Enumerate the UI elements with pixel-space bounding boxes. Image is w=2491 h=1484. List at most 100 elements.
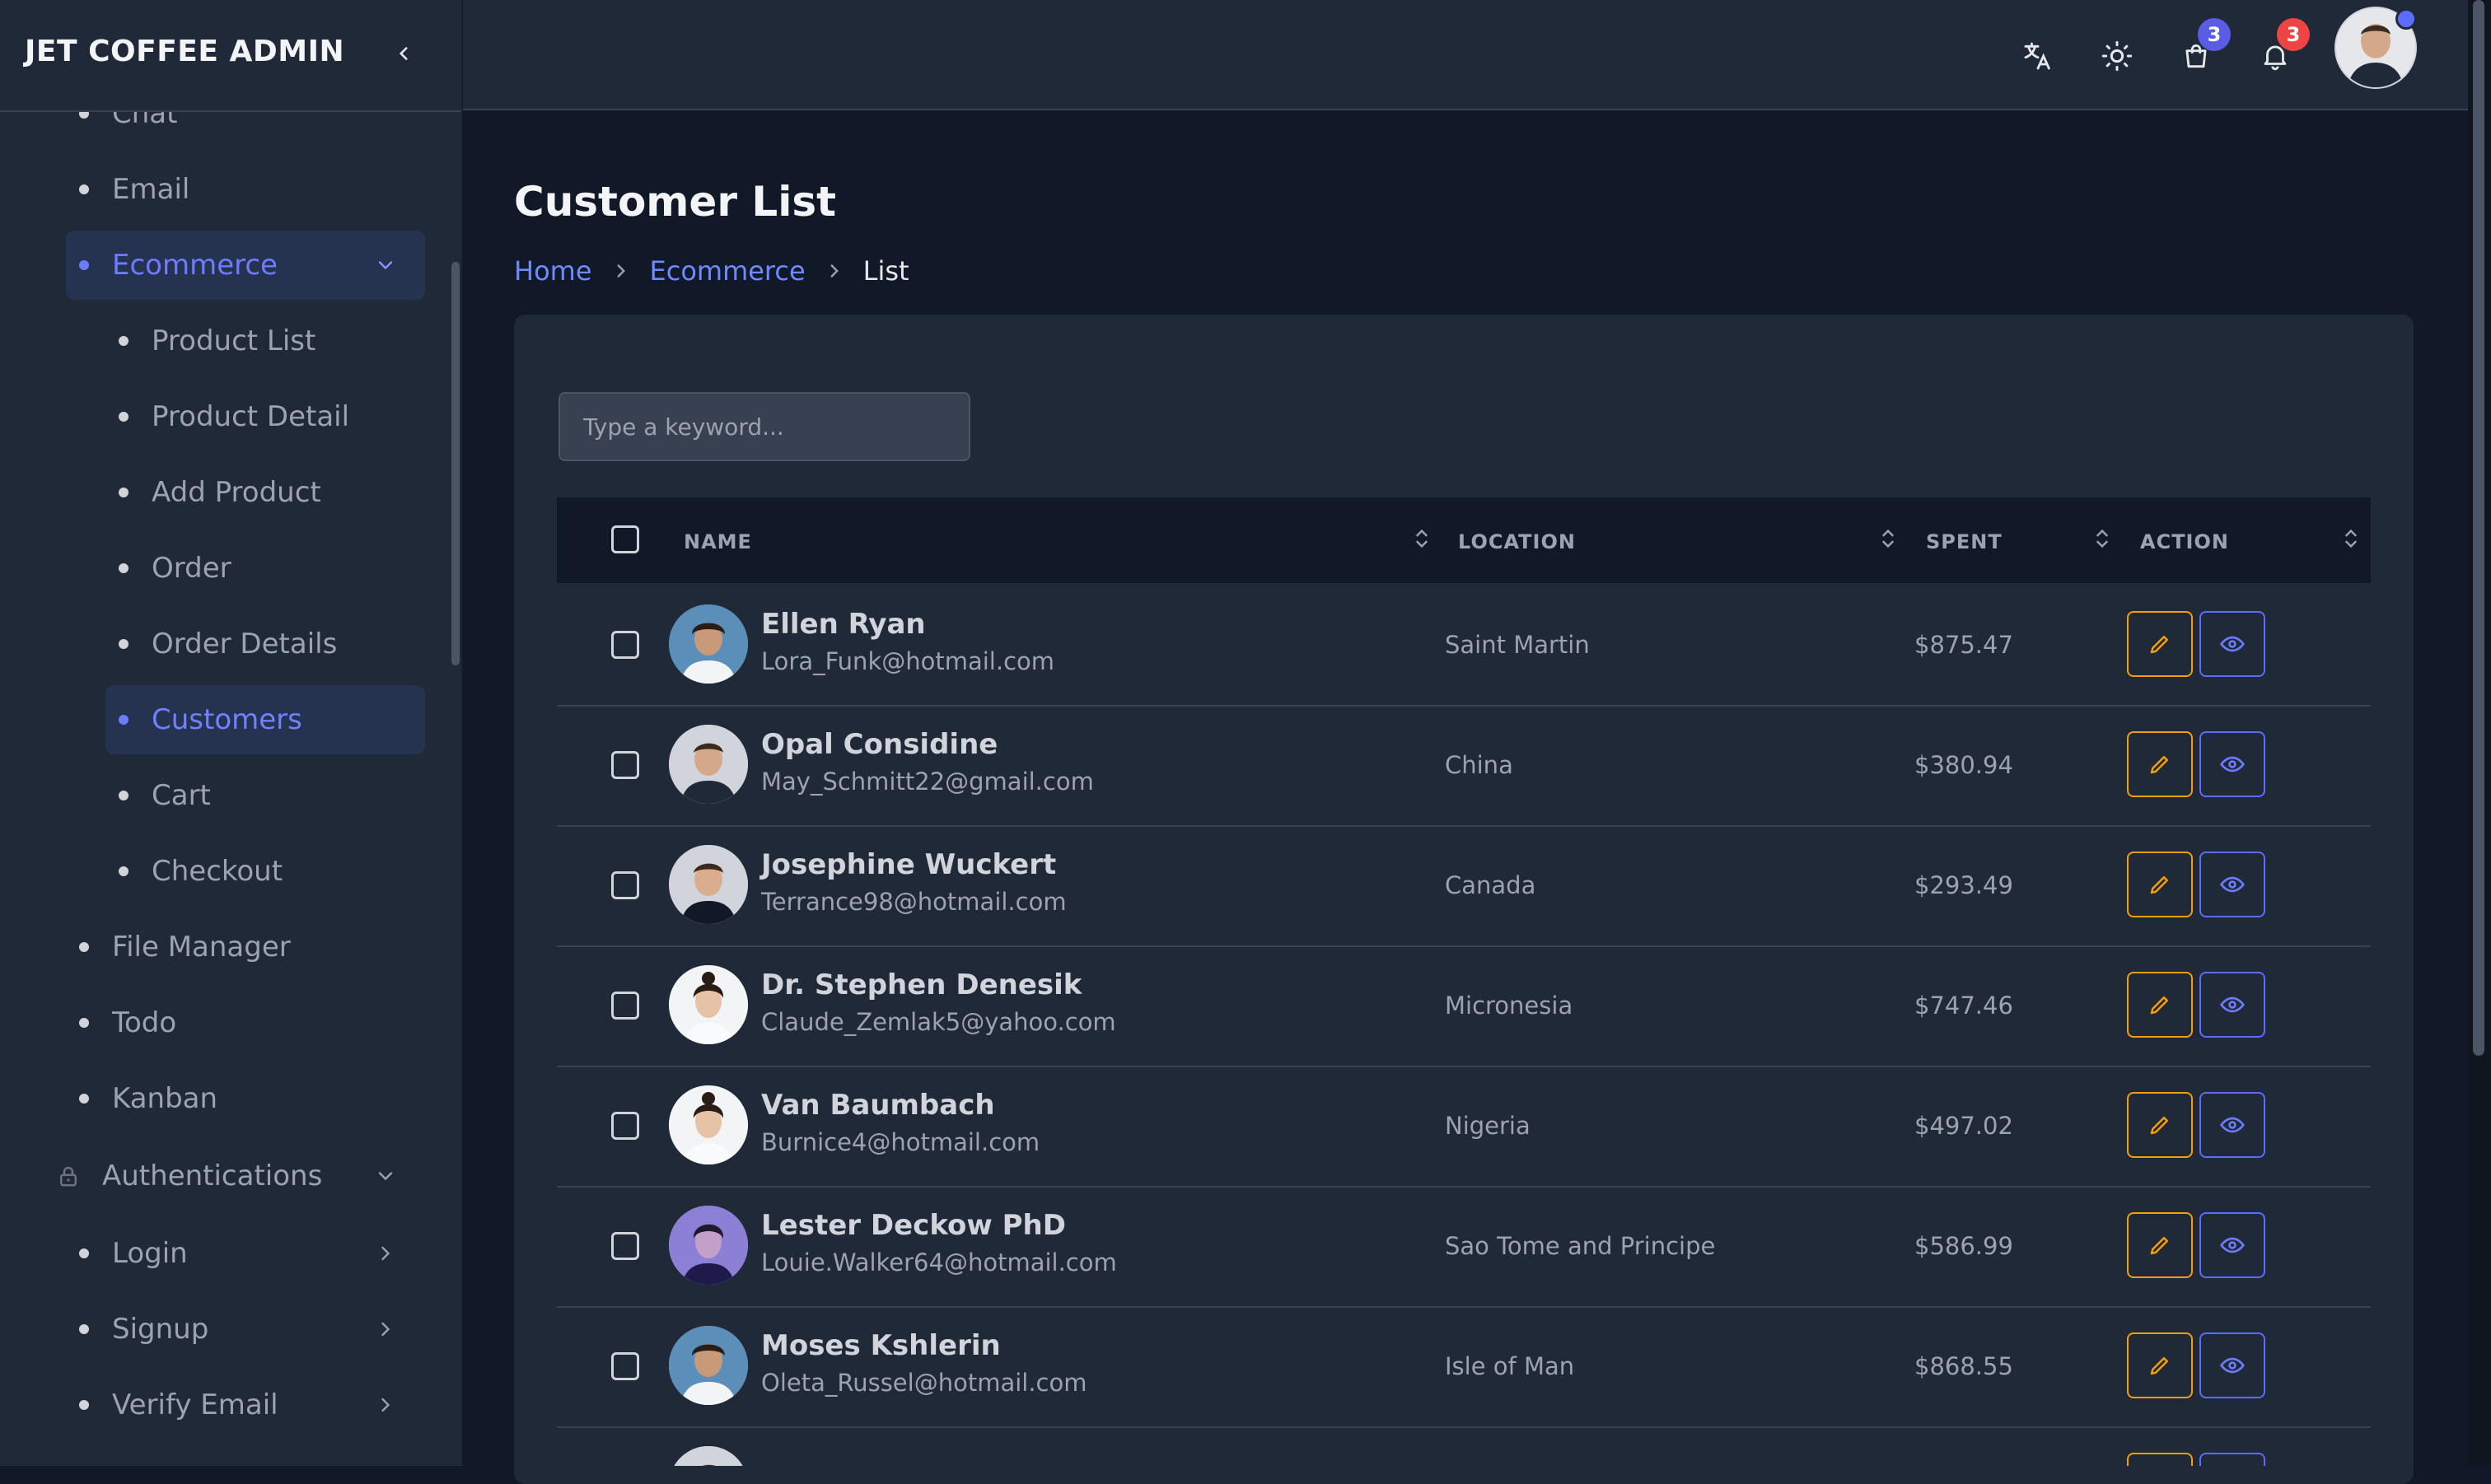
edit-button[interactable]: [2127, 972, 2193, 1038]
column-header-action[interactable]: ACTION: [2140, 530, 2229, 553]
sidebar-item-cart[interactable]: Cart: [105, 761, 425, 830]
sidebar-item-todo[interactable]: Todo: [66, 988, 425, 1057]
row-checkbox[interactable]: [611, 1112, 639, 1140]
bullet-dot-icon: [79, 260, 89, 270]
customer-name[interactable]: Josephine Wuckert: [761, 848, 1056, 881]
sidebar-item-kanban[interactable]: Kanban: [66, 1064, 425, 1133]
customer-spent: $875.47: [1914, 631, 2013, 659]
customer-name[interactable]: Ellen Ryan: [761, 608, 926, 641]
bullet-dot-icon: [119, 715, 129, 725]
sidebar-item-signup[interactable]: Signup: [66, 1295, 425, 1364]
customer-name[interactable]: Moses Kshlerin: [761, 1329, 1001, 1362]
sidebar-item-email[interactable]: Email: [66, 155, 425, 224]
sidebar-item-product-detail[interactable]: Product Detail: [105, 382, 425, 451]
customer-name[interactable]: Dr. Stephen Denesik: [761, 968, 1082, 1001]
row-checkbox[interactable]: [611, 1352, 639, 1380]
pencil-icon: [2150, 1357, 2168, 1375]
customer-location: Canada: [1445, 871, 1536, 899]
sidebar-item-ecommerce[interactable]: Ecommerce: [66, 231, 425, 300]
sort-icon[interactable]: [1414, 527, 1430, 550]
sidebar-item-checkout[interactable]: Checkout: [105, 837, 425, 906]
view-button[interactable]: [2199, 1212, 2265, 1278]
customer-location: Micronesia: [1445, 992, 1573, 1020]
breadcrumb-current: List: [862, 255, 909, 287]
bullet-dot-icon: [119, 412, 129, 422]
sidebar-scrollbar[interactable]: [451, 262, 460, 665]
top-bar: [463, 0, 2468, 110]
view-button[interactable]: [2199, 731, 2265, 797]
sidebar-item-add-product[interactable]: Add Product: [105, 458, 425, 527]
sidebar-item-file-manager[interactable]: File Manager: [66, 912, 425, 982]
eye-icon: [2220, 1357, 2245, 1374]
sidebar-item-verify-email[interactable]: Verify Email: [66, 1370, 425, 1440]
view-button[interactable]: [2199, 972, 2265, 1038]
sidebar-item-order-details[interactable]: Order Details: [105, 609, 425, 679]
page-scroll-thumb[interactable]: [2473, 0, 2484, 1056]
theme-toggle-button[interactable]: [2094, 33, 2140, 79]
customer-spent: $868.55: [1914, 1352, 2013, 1380]
search-input[interactable]: [558, 392, 970, 461]
customer-name[interactable]: Opal Considine: [761, 728, 998, 761]
select-all-checkbox[interactable]: [611, 525, 639, 553]
sidebar-item-customers[interactable]: Customers: [105, 685, 425, 754]
eye-icon: [2220, 636, 2245, 652]
customer-avatar: [669, 845, 748, 924]
row-checkbox[interactable]: [611, 631, 639, 659]
table-row: Moses Kshlerin Oleta_Russel@hotmail.com …: [557, 1306, 2371, 1428]
customer-name[interactable]: Lester Deckow PhD: [761, 1209, 1066, 1242]
avatar-portrait-icon: [669, 1206, 748, 1285]
customer-spent: $497.02: [1914, 1112, 2013, 1140]
notifications-button[interactable]: 3: [2252, 18, 2310, 79]
sidebar-item-authentications[interactable]: Authentications: [48, 1141, 425, 1211]
bullet-dot-icon: [79, 1094, 89, 1104]
page-scrollbar[interactable]: [2468, 0, 2491, 1466]
table-row: Opal Considine May_Schmitt22@gmail.com C…: [557, 705, 2371, 827]
edit-button[interactable]: [2127, 1453, 2193, 1466]
bullet-dot-icon: [119, 488, 129, 497]
edit-button[interactable]: [2127, 1212, 2193, 1278]
view-button[interactable]: [2199, 852, 2265, 917]
customer-avatar: [669, 725, 748, 804]
column-header-spent[interactable]: SPENT: [1926, 530, 2003, 553]
row-checkbox[interactable]: [611, 1232, 639, 1260]
language-button[interactable]: [2015, 33, 2061, 79]
bullet-dot-icon: [119, 866, 129, 876]
view-button[interactable]: [2199, 611, 2265, 677]
edit-button[interactable]: [2127, 1092, 2193, 1158]
customer-name[interactable]: Van Baumbach: [761, 1089, 995, 1122]
sort-icon[interactable]: [2343, 527, 2359, 550]
customer-avatar: [669, 604, 748, 684]
sidebar-item-label: Verify Email: [112, 1388, 278, 1421]
sort-icon[interactable]: [1880, 527, 1896, 550]
edit-button[interactable]: [2127, 1332, 2193, 1398]
table-row: Dr. Stephen Denesik Claude_Zemlak5@yahoo…: [557, 945, 2371, 1067]
row-checkbox[interactable]: [611, 992, 639, 1020]
collapse-sidebar-button[interactable]: [387, 37, 420, 70]
edit-button[interactable]: [2127, 852, 2193, 917]
column-header-name[interactable]: NAME: [684, 530, 752, 553]
edit-button[interactable]: [2127, 611, 2193, 677]
view-button[interactable]: [2199, 1332, 2265, 1398]
sidebar-item-product-list[interactable]: Product List: [105, 306, 425, 376]
view-button[interactable]: [2199, 1092, 2265, 1158]
column-header-location[interactable]: LOCATION: [1458, 530, 1576, 553]
sidebar-item-login[interactable]: Login: [66, 1219, 425, 1288]
bullet-dot-icon: [79, 1324, 89, 1334]
cart-button[interactable]: 3: [2173, 18, 2231, 79]
bullet-dot-icon: [79, 184, 89, 194]
sort-icon[interactable]: [2094, 527, 2110, 550]
sidebar-item-order[interactable]: Order: [105, 534, 425, 603]
bullet-dot-icon: [119, 791, 129, 800]
chevron-right-icon: [381, 1398, 390, 1412]
sun-icon: [2101, 40, 2133, 72]
view-button[interactable]: [2199, 1453, 2265, 1466]
sidebar-item-label: Add Product: [152, 476, 321, 509]
row-checkbox[interactable]: [611, 751, 639, 779]
bullet-dot-icon: [79, 942, 89, 952]
row-checkbox[interactable]: [611, 871, 639, 899]
breadcrumb-home-link[interactable]: Home: [514, 255, 592, 287]
breadcrumb-ecommerce-link[interactable]: Ecommerce: [650, 255, 806, 287]
chevron-right-icon: [381, 1246, 390, 1261]
edit-button[interactable]: [2127, 731, 2193, 797]
customer-spent: $380.94: [1914, 751, 2013, 779]
